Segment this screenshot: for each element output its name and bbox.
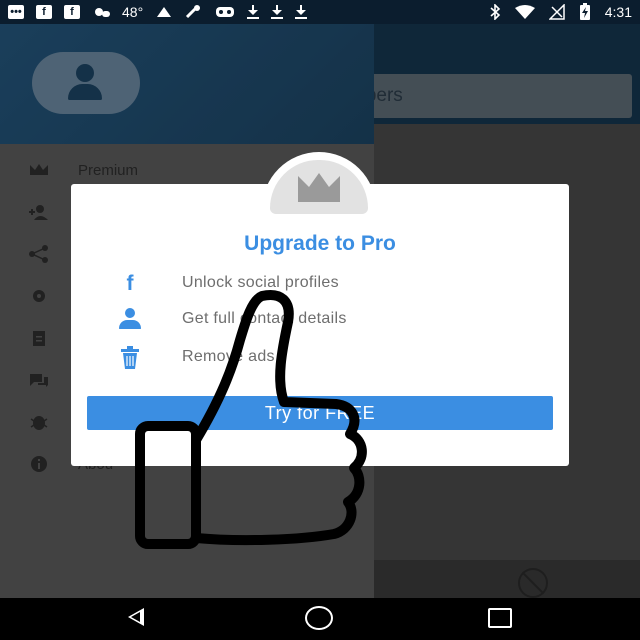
feature-social-profiles: f Unlock social profiles — [71, 270, 569, 298]
wrench-icon — [186, 5, 201, 19]
bluetooth-icon — [490, 4, 500, 20]
message-icon: ••• — [8, 5, 24, 19]
try-for-free-button[interactable]: Try for FREE — [87, 396, 553, 430]
crown-badge-inner — [270, 160, 368, 214]
facebook-icon: f — [36, 5, 52, 19]
trash-icon — [121, 346, 139, 369]
upgrade-dialog: Upgrade to Pro f Unlock social profiles … — [71, 184, 569, 466]
crown-icon — [298, 173, 340, 202]
feature-remove-ads: Remove ads — [71, 344, 569, 372]
clock: 4:31 — [604, 4, 632, 20]
recents-icon[interactable] — [488, 608, 512, 628]
status-bar: ••• f f 48° 4:31 — [0, 0, 640, 24]
gamepad-icon — [216, 7, 235, 17]
facebook-icon: f — [126, 272, 134, 295]
no-signal-icon — [548, 4, 565, 20]
download-icon — [295, 5, 308, 19]
dialog-title: Upgrade to Pro — [244, 232, 396, 255]
app-icon — [157, 7, 172, 17]
feature-label: Get full contact details — [182, 310, 347, 327]
weather-icon — [95, 8, 110, 17]
home-icon[interactable] — [305, 606, 333, 630]
battery-charging-icon — [579, 3, 590, 20]
facebook-icon: f — [64, 5, 80, 19]
person-icon — [117, 308, 143, 332]
download-icon — [247, 5, 260, 19]
temperature: 48° — [122, 4, 144, 20]
person-body — [119, 320, 141, 329]
feature-label: Unlock social profiles — [182, 274, 339, 291]
feature-label: Remove ads — [182, 348, 275, 365]
wifi-icon — [514, 5, 535, 19]
back-icon[interactable] — [128, 608, 144, 626]
navigation-bar — [0, 598, 640, 640]
download-icon — [271, 5, 284, 19]
feature-contact-details: Get full contact details — [71, 306, 569, 334]
person-head — [125, 308, 135, 318]
